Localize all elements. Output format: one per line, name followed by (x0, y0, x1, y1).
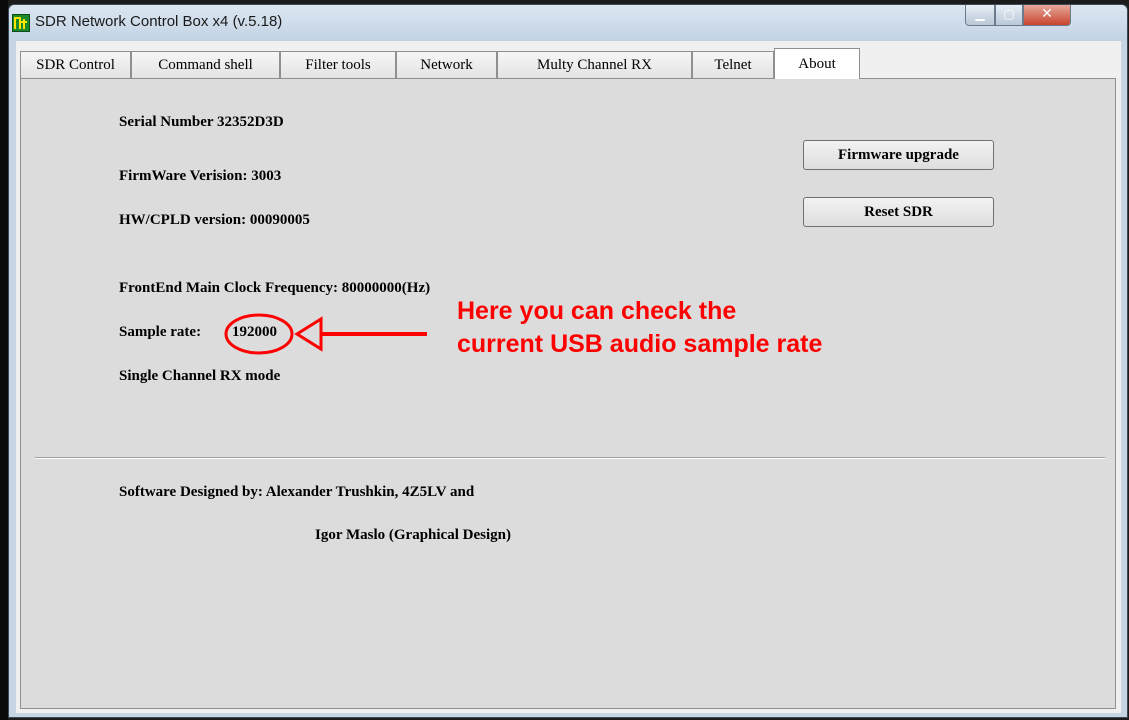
annotation-arrow (224, 313, 427, 355)
clock-frequency: FrontEnd Main Clock Frequency: 80000000(… (119, 280, 431, 296)
client-area: SDR Control Command shell Filter tools N… (16, 41, 1121, 713)
firmware-upgrade-button[interactable]: Firmware upgrade (803, 140, 994, 170)
tab-sdr-control[interactable]: SDR Control (20, 51, 131, 78)
designed-by: Software Designed by: Alexander Trushkin… (119, 484, 475, 500)
annotation-text-line1: Here you can check the (457, 297, 737, 325)
close-icon: ✕ (1041, 6, 1053, 22)
about-panel: Serial Number 32352D3D FirmWare Verision… (20, 78, 1116, 709)
window-title: SDR Network Control Box x4 (v.5.18) (35, 13, 283, 30)
serial-number: Serial Number 32352D3D (119, 114, 284, 130)
tab-about[interactable]: About (774, 48, 860, 79)
minimize-button[interactable]: ▁ (965, 5, 995, 26)
sample-rate-label: Sample rate: (119, 324, 202, 340)
rx-mode: Single Channel RX mode (119, 368, 281, 384)
desktop-shadow (0, 0, 8, 720)
tab-multy-channel-rx[interactable]: Multy Channel RX (497, 51, 692, 78)
reset-sdr-button[interactable]: Reset SDR (803, 197, 994, 227)
close-button[interactable]: ✕ (1023, 5, 1071, 26)
section-divider (35, 457, 1105, 459)
annotation-text-line2: current USB audio sample rate (457, 330, 823, 358)
minimize-icon: ▁ (975, 7, 985, 21)
firmware-version: FirmWare Verision: 3003 (119, 168, 282, 184)
maximize-button[interactable]: ▢ (995, 5, 1023, 26)
app-window: SDR Network Control Box x4 (v.5.18) ▁ ▢ … (8, 4, 1128, 718)
hw-cpld-version: HW/CPLD version: 00090005 (119, 212, 310, 228)
title-bar[interactable]: SDR Network Control Box x4 (v.5.18) ▁ ▢ … (9, 5, 1127, 41)
tab-telnet[interactable]: Telnet (692, 51, 774, 78)
app-logo-icon (12, 14, 30, 32)
tab-command-shell[interactable]: Command shell (131, 51, 280, 78)
tab-filter-tools[interactable]: Filter tools (280, 51, 396, 78)
maximize-icon: ▢ (1003, 7, 1015, 21)
tab-network[interactable]: Network (396, 51, 497, 78)
graphical-design: Igor Maslo (Graphical Design) (315, 527, 511, 543)
